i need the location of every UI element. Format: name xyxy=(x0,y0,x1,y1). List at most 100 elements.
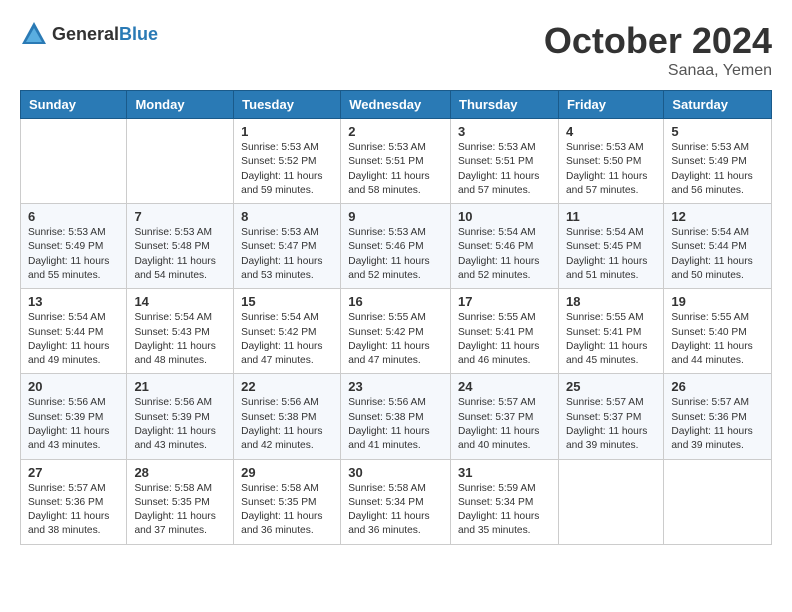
day-info: Sunrise: 5:53 AM Sunset: 5:52 PM Dayligh… xyxy=(241,141,333,198)
logo-text: GeneralBlue xyxy=(52,24,158,45)
calendar-cell: 16 Sunrise: 5:55 AM Sunset: 5:42 PM Dayli… xyxy=(341,289,451,374)
calendar-cell xyxy=(664,459,772,544)
weekday-header-thursday: Thursday xyxy=(451,91,559,119)
day-number: 6 xyxy=(28,209,119,224)
calendar-week-row: 6 Sunrise: 5:53 AM Sunset: 5:49 PM Daylig… xyxy=(21,204,772,289)
day-info: Sunrise: 5:54 AM Sunset: 5:44 PM Dayligh… xyxy=(671,226,764,283)
calendar-cell: 4 Sunrise: 5:53 AM Sunset: 5:50 PM Daylig… xyxy=(558,119,663,204)
calendar-cell: 3Sunrise: 5:53 AM Sunset: 5:51 PM Daylig… xyxy=(451,119,559,204)
day-number: 17 xyxy=(458,294,551,309)
calendar-table: SundayMondayTuesdayWednesdayThursdayFrid… xyxy=(20,90,772,545)
calendar-cell: 20Sunrise: 5:56 AM Sunset: 5:39 PM Dayli… xyxy=(21,374,127,459)
day-number: 26 xyxy=(671,379,764,394)
calendar-cell: 21 Sunrise: 5:56 AM Sunset: 5:39 PM Dayli… xyxy=(127,374,234,459)
logo-general: General xyxy=(52,24,119,44)
calendar-week-row: 27 Sunrise: 5:57 AM Sunset: 5:36 PM Dayli… xyxy=(21,459,772,544)
day-number: 14 xyxy=(134,294,226,309)
calendar-cell: 18Sunrise: 5:55 AM Sunset: 5:41 PM Dayli… xyxy=(558,289,663,374)
day-number: 16 xyxy=(348,294,443,309)
day-number: 1 xyxy=(241,124,333,139)
day-info: Sunrise: 5:53 AM Sunset: 5:51 PM Dayligh… xyxy=(348,141,443,198)
calendar-cell: 10Sunrise: 5:54 AM Sunset: 5:46 PM Dayli… xyxy=(451,204,559,289)
day-number: 12 xyxy=(671,209,764,224)
day-number: 31 xyxy=(458,465,551,480)
logo-blue: Blue xyxy=(119,24,158,44)
calendar-cell: 26 Sunrise: 5:57 AM Sunset: 5:36 PM Dayli… xyxy=(664,374,772,459)
day-info: Sunrise: 5:57 AM Sunset: 5:36 PM Dayligh… xyxy=(671,396,764,453)
day-info: Sunrise: 5:53 AM Sunset: 5:49 PM Dayligh… xyxy=(28,226,119,283)
title-block: October 2024 Sanaa, Yemen xyxy=(544,20,772,80)
calendar-cell xyxy=(558,459,663,544)
day-info: Sunrise: 5:58 AM Sunset: 5:35 PM Dayligh… xyxy=(241,482,333,539)
day-info: Sunrise: 5:54 AM Sunset: 5:45 PM Dayligh… xyxy=(566,226,656,283)
day-info: Sunrise: 5:54 AM Sunset: 5:44 PM Dayligh… xyxy=(28,311,119,368)
month-title: October 2024 xyxy=(544,20,772,62)
day-number: 22 xyxy=(241,379,333,394)
calendar-cell: 6 Sunrise: 5:53 AM Sunset: 5:49 PM Daylig… xyxy=(21,204,127,289)
day-number: 3 xyxy=(458,124,551,139)
day-number: 19 xyxy=(671,294,764,309)
day-number: 15 xyxy=(241,294,333,309)
calendar-cell: 9 Sunrise: 5:53 AM Sunset: 5:46 PM Daylig… xyxy=(341,204,451,289)
calendar-cell: 12 Sunrise: 5:54 AM Sunset: 5:44 PM Dayli… xyxy=(664,204,772,289)
day-info: Sunrise: 5:58 AM Sunset: 5:34 PM Dayligh… xyxy=(348,482,443,539)
day-info: Sunrise: 5:53 AM Sunset: 5:46 PM Dayligh… xyxy=(348,226,443,283)
calendar-cell: 30 Sunrise: 5:58 AM Sunset: 5:34 PM Dayli… xyxy=(341,459,451,544)
day-info: Sunrise: 5:54 AM Sunset: 5:43 PM Dayligh… xyxy=(134,311,226,368)
day-info: Sunrise: 5:57 AM Sunset: 5:36 PM Dayligh… xyxy=(28,482,119,539)
day-info: Sunrise: 5:56 AM Sunset: 5:39 PM Dayligh… xyxy=(28,396,119,453)
calendar-cell: 19Sunrise: 5:55 AM Sunset: 5:40 PM Dayli… xyxy=(664,289,772,374)
day-number: 30 xyxy=(348,465,443,480)
day-number: 24 xyxy=(458,379,551,394)
weekday-header-tuesday: Tuesday xyxy=(234,91,341,119)
day-info: Sunrise: 5:56 AM Sunset: 5:38 PM Dayligh… xyxy=(348,396,443,453)
weekday-header-wednesday: Wednesday xyxy=(341,91,451,119)
calendar-cell: 15 Sunrise: 5:54 AM Sunset: 5:42 PM Dayli… xyxy=(234,289,341,374)
weekday-header-saturday: Saturday xyxy=(664,91,772,119)
calendar-cell: 8 Sunrise: 5:53 AM Sunset: 5:47 PM Daylig… xyxy=(234,204,341,289)
calendar-cell: 22 Sunrise: 5:56 AM Sunset: 5:38 PM Dayli… xyxy=(234,374,341,459)
day-number: 27 xyxy=(28,465,119,480)
logo: GeneralBlue xyxy=(20,20,158,48)
calendar-cell: 25Sunrise: 5:57 AM Sunset: 5:37 PM Dayli… xyxy=(558,374,663,459)
day-number: 4 xyxy=(566,124,656,139)
calendar-week-row: 20Sunrise: 5:56 AM Sunset: 5:39 PM Dayli… xyxy=(21,374,772,459)
day-number: 29 xyxy=(241,465,333,480)
day-info: Sunrise: 5:56 AM Sunset: 5:38 PM Dayligh… xyxy=(241,396,333,453)
day-number: 13 xyxy=(28,294,119,309)
day-number: 9 xyxy=(348,209,443,224)
calendar-cell: 11 Sunrise: 5:54 AM Sunset: 5:45 PM Dayli… xyxy=(558,204,663,289)
day-number: 11 xyxy=(566,209,656,224)
calendar-cell: 23Sunrise: 5:56 AM Sunset: 5:38 PM Dayli… xyxy=(341,374,451,459)
calendar-week-row: 1 Sunrise: 5:53 AM Sunset: 5:52 PM Daylig… xyxy=(21,119,772,204)
day-number: 28 xyxy=(134,465,226,480)
logo-icon xyxy=(20,20,48,48)
day-number: 21 xyxy=(134,379,226,394)
calendar-week-row: 13 Sunrise: 5:54 AM Sunset: 5:44 PM Dayli… xyxy=(21,289,772,374)
weekday-header-friday: Friday xyxy=(558,91,663,119)
calendar-cell xyxy=(127,119,234,204)
day-number: 2 xyxy=(348,124,443,139)
day-number: 10 xyxy=(458,209,551,224)
calendar-cell: 1 Sunrise: 5:53 AM Sunset: 5:52 PM Daylig… xyxy=(234,119,341,204)
day-info: Sunrise: 5:53 AM Sunset: 5:47 PM Dayligh… xyxy=(241,226,333,283)
day-info: Sunrise: 5:57 AM Sunset: 5:37 PM Dayligh… xyxy=(566,396,656,453)
weekday-header-monday: Monday xyxy=(127,91,234,119)
calendar-cell: 27 Sunrise: 5:57 AM Sunset: 5:36 PM Dayli… xyxy=(21,459,127,544)
page-header: GeneralBlue October 2024 Sanaa, Yemen xyxy=(20,20,772,80)
day-info: Sunrise: 5:56 AM Sunset: 5:39 PM Dayligh… xyxy=(134,396,226,453)
calendar-cell: 29 Sunrise: 5:58 AM Sunset: 5:35 PM Dayli… xyxy=(234,459,341,544)
location-title: Sanaa, Yemen xyxy=(544,62,772,80)
day-info: Sunrise: 5:54 AM Sunset: 5:42 PM Dayligh… xyxy=(241,311,333,368)
day-info: Sunrise: 5:55 AM Sunset: 5:42 PM Dayligh… xyxy=(348,311,443,368)
calendar-cell: 24Sunrise: 5:57 AM Sunset: 5:37 PM Dayli… xyxy=(451,374,559,459)
calendar-cell xyxy=(21,119,127,204)
day-info: Sunrise: 5:55 AM Sunset: 5:41 PM Dayligh… xyxy=(458,311,551,368)
day-info: Sunrise: 5:53 AM Sunset: 5:50 PM Dayligh… xyxy=(566,141,656,198)
calendar-cell: 5Sunrise: 5:53 AM Sunset: 5:49 PM Daylig… xyxy=(664,119,772,204)
calendar-cell: 14 Sunrise: 5:54 AM Sunset: 5:43 PM Dayli… xyxy=(127,289,234,374)
day-number: 8 xyxy=(241,209,333,224)
day-info: Sunrise: 5:53 AM Sunset: 5:48 PM Dayligh… xyxy=(134,226,226,283)
day-info: Sunrise: 5:53 AM Sunset: 5:49 PM Dayligh… xyxy=(671,141,764,198)
calendar-cell: 13 Sunrise: 5:54 AM Sunset: 5:44 PM Dayli… xyxy=(21,289,127,374)
